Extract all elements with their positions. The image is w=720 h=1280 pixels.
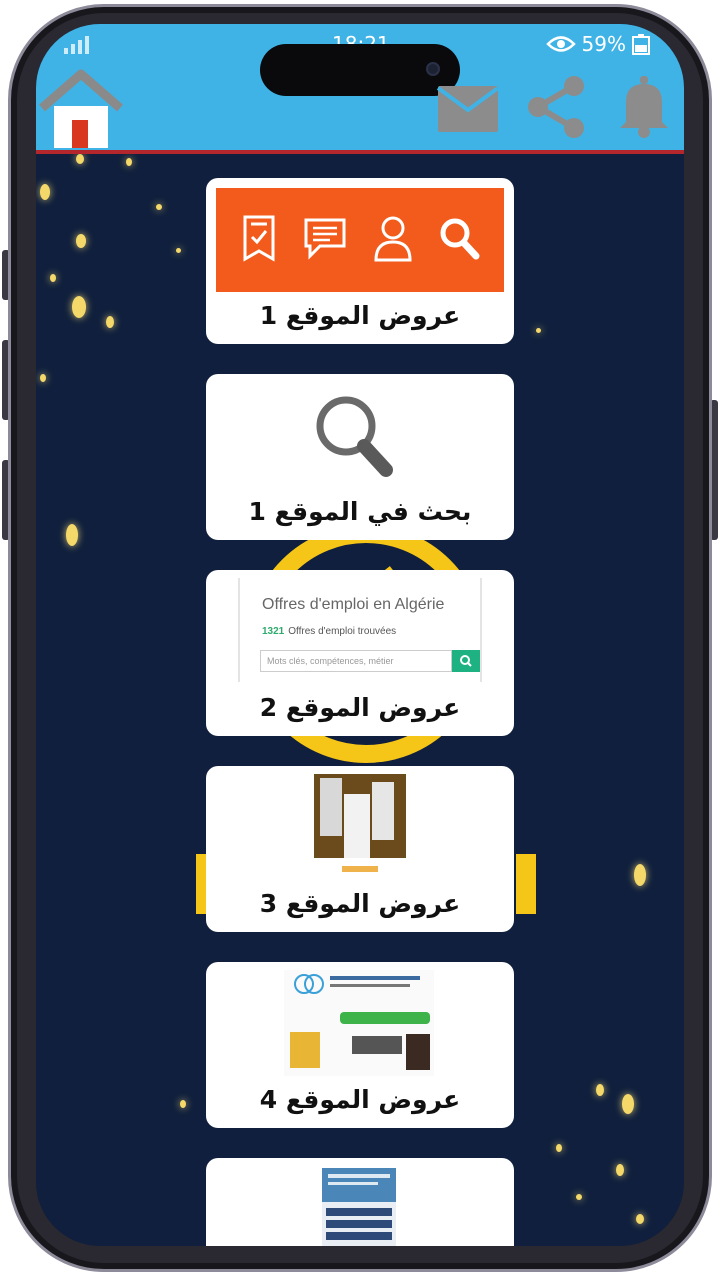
orange-app-banner (216, 188, 504, 292)
share-icon[interactable] (524, 74, 588, 140)
card-site-offers-3[interactable]: عروض الموقع 3 (206, 766, 514, 932)
search-icon (438, 216, 480, 264)
bookmark-check-icon (241, 213, 277, 267)
website-screenshot: Offres d'emploi en Algérie 1321 Offres d'… (238, 578, 482, 682)
card-label: عروض الموقع 1 (259, 301, 461, 330)
card-label: بحث في الموقع 1 (248, 497, 472, 526)
mail-icon[interactable] (436, 84, 500, 134)
app-screenshot (314, 774, 406, 880)
form-screenshot (322, 1168, 396, 1246)
camera-notch (260, 44, 460, 96)
bell-icon[interactable] (616, 76, 672, 138)
phone-screen: 18:21 59% (36, 24, 684, 1246)
card-label: عروض الموقع 2 (259, 693, 461, 722)
user-icon (373, 214, 413, 266)
screenshot-count: 1321 Offres d'emploi trouvées (262, 626, 397, 637)
chat-icon (302, 216, 348, 264)
card-site-offers-4[interactable]: عروض الموقع 4 (206, 962, 514, 1128)
battery-icon (632, 33, 650, 55)
signal-icon (64, 36, 89, 54)
agency-screenshot (284, 970, 434, 1076)
battery-percent: 59% (581, 32, 626, 56)
screenshot-title: Offres d'emploi en Algérie (262, 596, 445, 613)
card-site-offers-1[interactable]: عروض الموقع 1 (206, 178, 514, 344)
card-site-search-1[interactable]: بحث في الموقع 1 (206, 374, 514, 540)
card-site-offers-5[interactable] (206, 1158, 514, 1246)
magnifier-icon (316, 396, 393, 477)
card-site-offers-2[interactable]: Offres d'emploi en Algérie 1321 Offres d'… (206, 570, 514, 736)
card-label: عروض الموقع 3 (259, 889, 461, 918)
card-label: عروض الموقع 4 (259, 1085, 461, 1114)
app-bar: 18:21 59% (36, 24, 684, 154)
home-icon[interactable] (38, 68, 124, 148)
screenshot-search-button (452, 650, 480, 672)
eye-icon (545, 35, 576, 53)
screenshot-search-input: Mots clés, compétences, métier (260, 650, 452, 672)
